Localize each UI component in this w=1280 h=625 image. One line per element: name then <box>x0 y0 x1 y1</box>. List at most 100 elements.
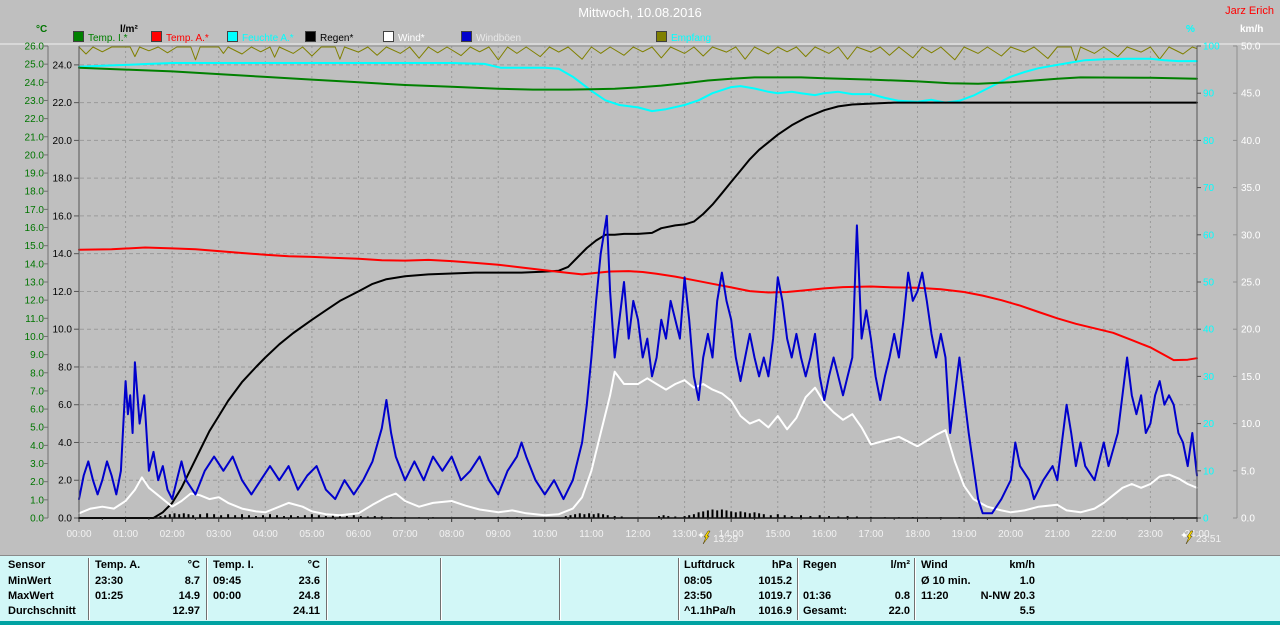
table-cell: 01:25 <box>95 590 123 602</box>
temp-axis-label: 19.0 <box>25 169 45 180</box>
rain-intensity-bar <box>698 512 700 518</box>
rain-axis-label: 18.0 <box>53 174 73 185</box>
time-axis-label: 10:00 <box>532 529 557 540</box>
row-label-durchschnitt: Durchschnitt <box>8 605 76 617</box>
time-axis-label: 11:00 <box>579 529 604 540</box>
time-axis-label: 00:00 <box>66 529 91 540</box>
marker-time-label: 23:51 <box>1196 534 1221 545</box>
windspeed-axis-label: 5.0 <box>1241 466 1255 477</box>
temp-axis-label: 23.0 <box>25 96 45 107</box>
table-cell: 12.97 <box>172 605 200 617</box>
temp-axis-label: 14.0 <box>25 259 45 270</box>
table-cell: ^1.1hPa/h <box>684 605 736 617</box>
table-cell: 01:36 <box>803 590 831 602</box>
humidity-axis-label: 60 <box>1203 230 1215 241</box>
rain-intensity-bar <box>721 510 723 519</box>
sparkle-icon <box>698 532 704 538</box>
time-axis-label: 12:00 <box>625 529 650 540</box>
windspeed-axis-label: 35.0 <box>1241 183 1261 194</box>
table-cell: Luftdruck <box>684 559 735 571</box>
table-cell: 23:30 <box>95 575 123 587</box>
rain-intensity-bar <box>707 510 709 518</box>
rain-intensity-bar <box>730 511 732 518</box>
temp-axis-label: 17.0 <box>25 205 45 216</box>
temp-axis-label: 20.0 <box>25 150 45 161</box>
temp-axis-label: 6.0 <box>30 405 44 416</box>
column-divider <box>914 558 916 620</box>
column-divider <box>206 558 208 620</box>
temp-axis-label: 12.0 <box>25 296 45 307</box>
table-cell: Regen <box>803 559 837 571</box>
windspeed-axis-label: 30.0 <box>1241 230 1261 241</box>
rain-axis-label: 2.0 <box>58 476 72 487</box>
series-line-temp-a <box>79 248 1197 361</box>
table-cell: 08:05 <box>684 575 712 587</box>
humidity-axis-label: 70 <box>1203 183 1215 194</box>
table-cell: °C <box>308 559 320 571</box>
table-cell: Wind <box>921 559 948 571</box>
column-divider <box>440 558 442 620</box>
temp-axis-label: 1.0 <box>30 495 44 506</box>
humidity-axis-label: 30 <box>1203 372 1215 383</box>
time-axis-label: 21:00 <box>1045 529 1070 540</box>
column-divider <box>797 558 799 620</box>
temp-axis-label: 10.0 <box>25 332 45 343</box>
table-cell: Temp. A. <box>95 559 140 571</box>
table-cell: 14.9 <box>179 590 200 602</box>
temp-axis-label: 15.0 <box>25 241 45 252</box>
rain-axis-label: 10.0 <box>53 325 73 336</box>
series-line-windb-en <box>79 216 1197 513</box>
time-axis-label: 16:00 <box>812 529 837 540</box>
table-cell: 11:20 <box>921 590 949 602</box>
rain-intensity-bar <box>740 511 742 518</box>
column-divider <box>326 558 328 620</box>
table-cell: °C <box>188 559 200 571</box>
lightning-icon <box>703 531 710 544</box>
temp-axis-label: 24.0 <box>25 78 45 89</box>
marker-13-29 <box>698 531 710 544</box>
table-cell: 0.8 <box>895 590 910 602</box>
rain-axis-label: 20.0 <box>53 136 73 147</box>
table-cell: hPa <box>772 559 792 571</box>
time-axis-label: 05:00 <box>299 529 324 540</box>
time-axis-label: 17:00 <box>858 529 883 540</box>
table-cell: 23.6 <box>299 575 320 587</box>
temp-axis-label: 16.0 <box>25 223 45 234</box>
time-axis-label: 09:00 <box>486 529 511 540</box>
time-axis-label: 02:00 <box>160 529 185 540</box>
table-cell: Gesamt: <box>803 605 847 617</box>
temp-axis-label: 8.0 <box>30 368 44 379</box>
humidity-axis-label: 80 <box>1203 136 1215 147</box>
weather-chart-plot: 0.01.02.03.04.05.06.07.08.09.010.011.012… <box>0 0 1280 555</box>
time-axis-label: 03:00 <box>206 529 231 540</box>
rain-axis-label: 4.0 <box>58 438 72 449</box>
rain-intensity-bar <box>712 510 714 519</box>
temp-axis-label: 7.0 <box>30 386 44 397</box>
table-cell: 24.11 <box>293 605 320 617</box>
table-cell: 1016.9 <box>758 605 792 617</box>
temp-axis-label: 26.0 <box>25 42 45 53</box>
temp-axis-label: 5.0 <box>30 423 44 434</box>
column-divider <box>678 558 680 620</box>
temp-axis-label: 21.0 <box>25 132 45 143</box>
temp-axis-label: 11.0 <box>25 314 44 325</box>
rain-intensity-bar <box>726 510 728 518</box>
windspeed-axis-label: 40.0 <box>1241 136 1261 147</box>
rain-axis-label: 6.0 <box>58 400 72 411</box>
table-cell: N-NW 20.3 <box>981 590 1035 602</box>
table-cell: 1.0 <box>1020 575 1035 587</box>
time-axis-label: 13:00 <box>672 529 697 540</box>
bottom-edge-strip <box>0 621 1280 625</box>
temp-axis-label: 4.0 <box>30 441 44 452</box>
table-cell: Ø 10 min. <box>921 575 971 587</box>
table-cell: 09:45 <box>213 575 241 587</box>
series-line-regen <box>79 103 1197 518</box>
time-axis-label: 01:00 <box>113 529 138 540</box>
windspeed-axis-label: 25.0 <box>1241 278 1261 289</box>
time-axis-label: 19:00 <box>952 529 977 540</box>
humidity-axis-label: 10 <box>1203 466 1215 477</box>
time-axis-label: 20:00 <box>998 529 1023 540</box>
humidity-axis-label: 40 <box>1203 325 1215 336</box>
table-cell: Temp. I. <box>213 559 254 571</box>
humidity-axis-label: 90 <box>1203 89 1215 100</box>
